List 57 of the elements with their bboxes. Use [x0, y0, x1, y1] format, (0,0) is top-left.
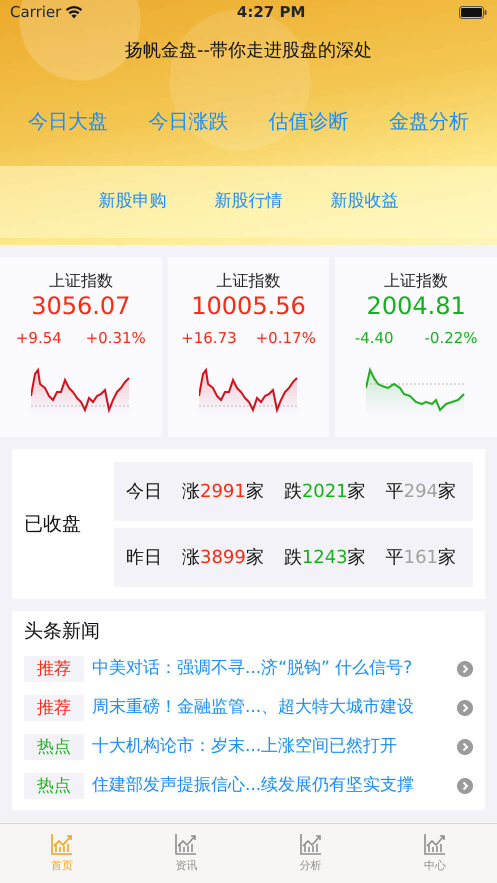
news-tag: 热点 [24, 734, 84, 760]
menu-link[interactable]: 估值诊断 [268, 106, 349, 136]
wifi-icon [65, 6, 84, 19]
chevron-right-icon[interactable] [457, 700, 473, 716]
menu-link[interactable]: 新股收益 [330, 189, 398, 215]
index-name: 上证指数 [216, 271, 280, 290]
index-value: 2004.81 [366, 292, 466, 320]
news-link[interactable]: 周末重磅！金融监管...、超大特大城市建设 [92, 695, 449, 721]
carrier-label: Carrier [10, 2, 62, 24]
news-link[interactable]: 十大机构论市：岁末...上涨空间已然打开 [92, 734, 449, 760]
section-title: 头条新闻 [24, 620, 100, 642]
news-tag: 推荐 [24, 695, 84, 721]
index-name: 上证指数 [48, 271, 113, 290]
menu-link[interactable]: 今日大盘 [28, 106, 108, 136]
index-percent: +0.17% [256, 328, 316, 349]
market-status: 已收盘 [24, 512, 82, 537]
index-card[interactable]: 上证指数 2004.81 -4.40 -0.22% [335, 257, 497, 437]
chart-icon [174, 832, 198, 856]
stat-text: 涨2991家 [182, 480, 264, 504]
index-value: 10005.56 [191, 292, 306, 320]
battery-icon [458, 6, 487, 19]
chevron-right-icon[interactable] [457, 778, 473, 794]
chart-icon [298, 832, 323, 856]
tab-item[interactable]: 资讯 [124, 824, 248, 883]
index-change: -4.40 [354, 328, 394, 349]
stat-text: 跌2021家 [284, 480, 366, 504]
news-link[interactable]: 住建部发声提振信心...续发展仍有坚实支撑 [92, 773, 449, 799]
index-change: +9.54 [16, 328, 62, 349]
row-label: 今日 [126, 480, 162, 504]
tab-item[interactable]: 首页 [0, 824, 124, 883]
index-name: 上证指数 [384, 271, 448, 290]
menu-link[interactable]: 今日涨跌 [148, 106, 228, 136]
index-value: 3056.07 [31, 292, 130, 320]
menu-link[interactable]: 新股申购 [98, 189, 166, 215]
chart-icon [422, 832, 447, 856]
tab-item[interactable]: 中心 [372, 824, 497, 883]
news-tag: 热点 [24, 773, 84, 799]
app-title: 扬帆金盘--带你走进股盘的深处 [125, 40, 372, 61]
menu-link[interactable]: 金盘分析 [388, 106, 469, 136]
index-card[interactable]: 上证指数 3056.07 +9.54 +0.31% [0, 257, 162, 437]
index-percent: +0.31% [86, 328, 146, 349]
stat-text: 平161家 [386, 546, 456, 570]
stat-text: 跌1243家 [284, 546, 366, 570]
clock-label: 4:27 PM [236, 2, 306, 24]
row-label: 昨日 [126, 546, 162, 570]
stat-text: 涨3899家 [182, 546, 264, 570]
tab-item[interactable]: 分析 [248, 824, 373, 883]
chevron-right-icon[interactable] [457, 661, 473, 677]
chart-icon [50, 832, 74, 856]
news-tag: 推荐 [24, 656, 84, 682]
chevron-right-icon[interactable] [457, 739, 473, 755]
index-percent: -0.22% [424, 328, 478, 349]
index-card[interactable]: 上证指数 10005.56 +16.73 +0.17% [168, 257, 330, 437]
news-link[interactable]: 中美对话：强调不寻...济“脱钩” 什么信号? [92, 656, 449, 682]
index-change: +16.73 [181, 328, 237, 349]
stat-text: 平294家 [386, 480, 456, 504]
menu-link[interactable]: 新股行情 [214, 189, 282, 215]
